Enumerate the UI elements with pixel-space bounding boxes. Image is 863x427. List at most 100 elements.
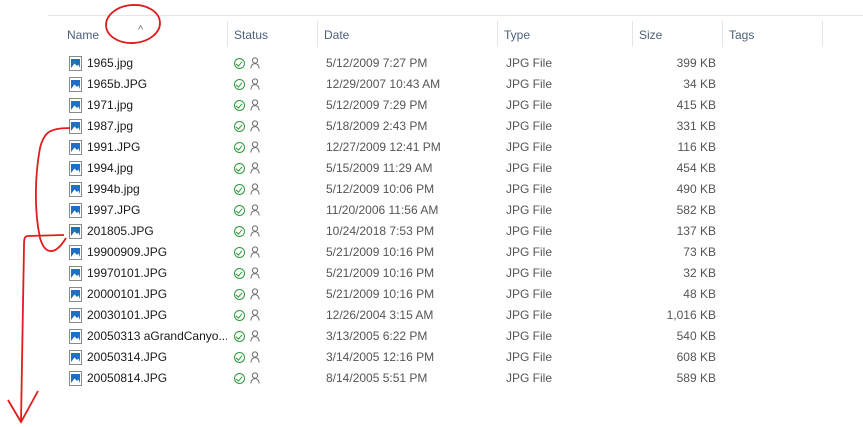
file-type: JPG File [506,329,553,343]
file-row[interactable]: 20050313 aGrandCanyo... 3/13/2005 6:22 PM… [48,326,863,347]
status-indicator [234,221,274,242]
file-type: JPG File [506,77,553,91]
shared-person-icon [250,78,260,90]
file-row[interactable]: 1971.jpg 5/12/2009 7:29 PM JPG File 415 KB [48,95,863,116]
synced-check-icon [234,205,245,216]
status-indicator [234,368,274,389]
shared-person-icon [250,330,260,342]
file-row[interactable]: 1965b.JPG 12/29/2007 10:43 AM JPG File 34 K… [48,74,863,95]
file-row[interactable]: 20030101.JPG 12/26/2004 3:15 AM JPG File 1,… [48,305,863,326]
column-header-size-label: Size [639,28,663,42]
file-date: 3/13/2005 6:22 PM [326,329,428,343]
file-row[interactable]: 201805.JPG 10/24/2018 7:53 PM JPG File 137 … [48,221,863,242]
image-file-icon [69,119,82,134]
shared-person-icon [250,288,260,300]
file-name: 1965b.JPG [87,77,148,91]
file-type: JPG File [506,98,553,112]
file-size: 454 KB [676,161,716,175]
file-date: 5/18/2009 2:43 PM [326,119,428,133]
status-indicator [234,158,274,179]
file-name: 19970101.JPG [87,266,168,280]
shared-person-icon [250,309,260,321]
file-name: 20050814.JPG [87,371,168,385]
file-type: JPG File [506,224,553,238]
file-size: 399 KB [676,56,716,70]
file-type: JPG File [506,203,553,217]
file-name: 1994.jpg [87,161,134,175]
shared-person-icon [250,267,260,279]
column-header-tags-label: Tags [729,28,755,42]
column-header-tags[interactable]: Tags [723,21,823,47]
status-indicator [234,200,274,221]
image-file-icon [69,77,82,92]
image-file-icon [69,287,82,302]
file-size: 415 KB [676,98,716,112]
file-name: 1965.jpg [87,56,134,70]
file-date: 12/27/2009 12:41 PM [326,140,441,154]
file-type: JPG File [506,350,553,364]
file-name: 19900909.JPG [87,245,168,259]
file-row[interactable]: 20000101.JPG 5/21/2009 10:16 PM JPG File 48… [48,284,863,305]
file-size: 34 KB [683,77,716,91]
shared-person-icon [250,351,260,363]
image-file-icon [69,56,82,71]
file-row[interactable]: 20050314.JPG 3/14/2005 12:16 PM JPG File 60… [48,347,863,368]
column-header-size[interactable]: Size [633,21,723,47]
image-file-icon [69,266,82,281]
file-date: 10/24/2018 7:53 PM [326,224,435,238]
image-file-icon [69,371,82,386]
file-size: 490 KB [676,182,716,196]
synced-check-icon [234,268,245,279]
column-header-type[interactable]: Type [498,21,633,47]
file-type: JPG File [506,140,553,154]
image-file-icon [69,245,82,260]
file-type: JPG File [506,56,553,70]
file-size: 32 KB [683,266,716,280]
column-header-name[interactable]: Name [61,21,228,47]
status-indicator [234,326,274,347]
status-indicator [234,263,274,284]
image-file-icon [69,140,82,155]
synced-check-icon [234,121,245,132]
shared-person-icon [250,372,260,384]
annotation-arrowhead [7,390,39,424]
file-date: 5/21/2009 10:16 PM [326,245,435,259]
synced-check-icon [234,247,245,258]
file-date: 5/21/2009 10:16 PM [326,266,435,280]
file-row[interactable]: 1991.JPG 12/27/2009 12:41 PM JPG File 116 K… [48,137,863,158]
file-date: 5/12/2009 7:27 PM [326,56,428,70]
column-header-date[interactable]: Date [318,21,498,47]
file-date: 5/21/2009 10:16 PM [326,287,435,301]
file-type: JPG File [506,266,553,280]
file-row[interactable]: 1965.jpg 5/12/2009 7:27 PM JPG File 399 KB [48,53,863,74]
file-row[interactable]: 1994.jpg 5/15/2009 11:29 AM JPG File 454 KB [48,158,863,179]
synced-check-icon [234,310,245,321]
column-header-type-label: Type [504,28,531,42]
file-type: JPG File [506,245,553,259]
column-header-status[interactable]: Status [228,21,318,47]
file-row[interactable]: 1997.JPG 11/20/2006 11:56 AM JPG File 582 K… [48,200,863,221]
file-name: 1971.jpg [87,98,134,112]
file-name: 20050314.JPG [87,350,168,364]
file-row[interactable]: 1987.jpg 5/18/2009 2:43 PM JPG File 331 KB [48,116,863,137]
file-type: JPG File [506,308,553,322]
status-indicator [234,74,274,95]
column-header-row: Name Status Date Type Size Tags [48,21,863,47]
image-file-icon [69,329,82,344]
file-type: JPG File [506,119,553,133]
shared-person-icon [250,204,260,216]
shared-person-icon [250,141,260,153]
file-size: 608 KB [676,350,716,364]
status-indicator [234,347,274,368]
file-size: 589 KB [676,371,716,385]
column-header-date-label: Date [324,28,350,42]
file-row[interactable]: 19970101.JPG 5/21/2009 10:16 PM JPG File 32… [48,263,863,284]
file-row[interactable]: 19900909.JPG 5/21/2009 10:16 PM JPG File 73… [48,242,863,263]
column-separator[interactable] [822,21,823,47]
file-row[interactable]: 1994b.jpg 5/12/2009 10:06 PM JPG File 490 K… [48,179,863,200]
file-size: 48 KB [683,287,716,301]
file-row[interactable]: 20050814.JPG 8/14/2005 5:51 PM JPG File 589… [48,368,863,389]
shared-person-icon [250,120,260,132]
synced-check-icon [234,226,245,237]
file-name: 1994b.jpg [87,182,140,196]
